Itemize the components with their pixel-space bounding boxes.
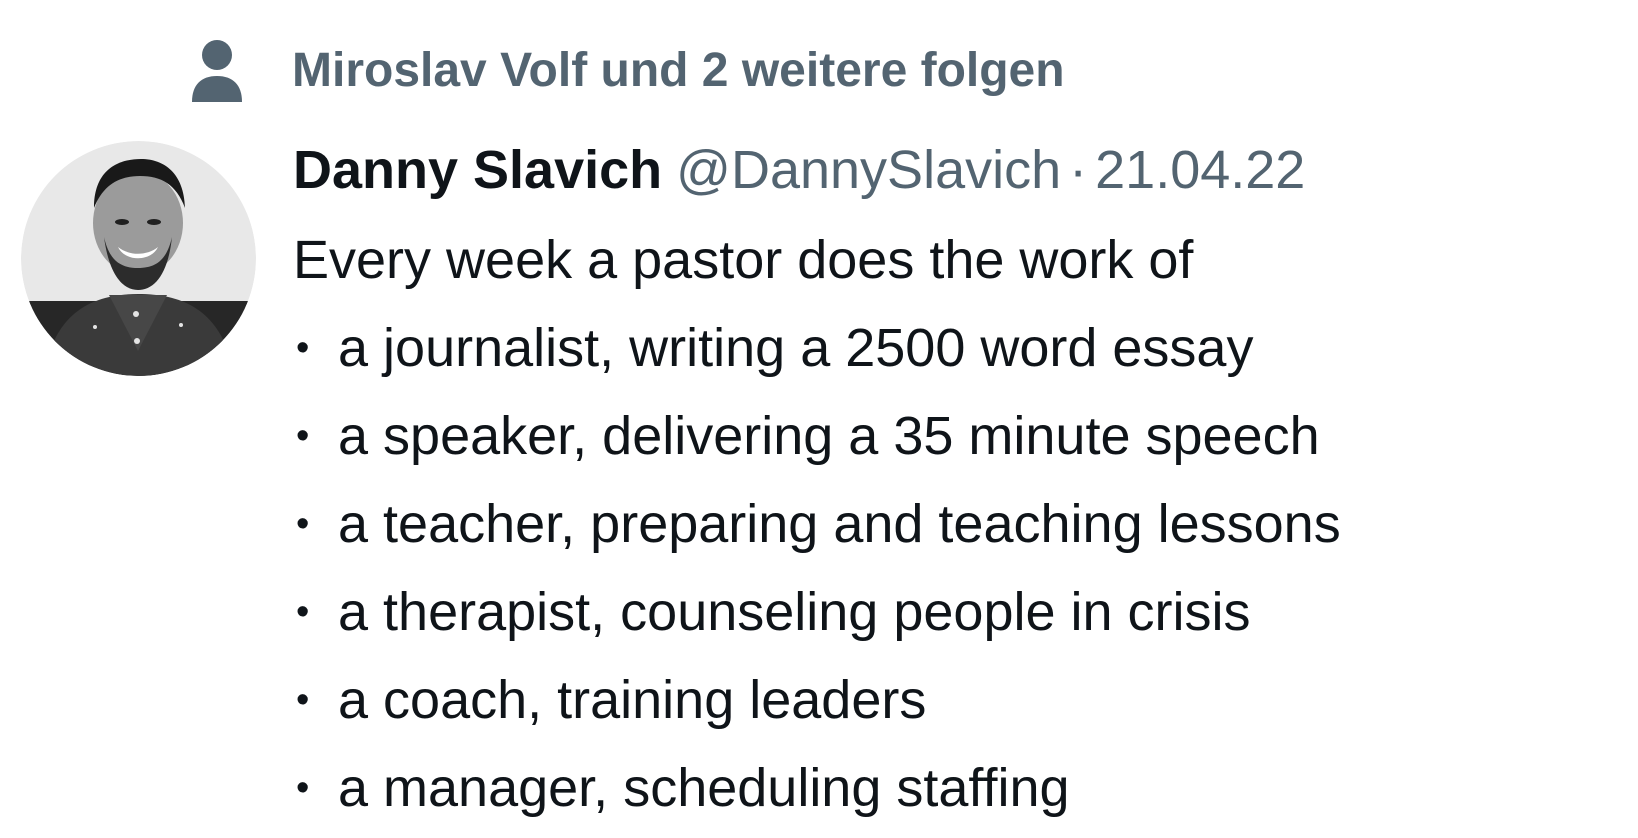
tweet-intro: Every week a pastor does the work of (293, 230, 1194, 290)
tweet-list-item-text: a teacher, preparing and teaching lesson… (338, 494, 1341, 554)
tweet-content: Danny Slavich @DannySlavich · 21.04.22 Ever… (293, 132, 1613, 832)
bullet-mark: • (296, 591, 310, 633)
avatar[interactable] (21, 141, 256, 376)
tweet-list-item: • a journalist, writing a 2500 word essa… (293, 304, 1613, 392)
bullet-mark: • (296, 415, 310, 457)
tweet-list-item: • a teacher, preparing and teaching less… (293, 480, 1613, 568)
tweet-body: Every week a pastor does the work of • a… (293, 216, 1613, 832)
tweet-list-item-text: a coach, training leaders (338, 670, 927, 730)
bullet-mark: • (296, 767, 310, 809)
tweet-list-item-text: a manager, scheduling staffing (338, 758, 1070, 818)
tweet-list-item: • a therapist, counseling people in cris… (293, 568, 1613, 656)
tweet-list-item: • a speaker, delivering a 35 minute spee… (293, 392, 1613, 480)
tweet-list-item: • a manager, scheduling staffing (293, 744, 1613, 832)
tweet-date[interactable]: 21.04.22 (1095, 140, 1305, 200)
tweet-list-item-text: a journalist, writing a 2500 word essay (338, 318, 1254, 378)
author-name[interactable]: Danny Slavich (293, 140, 662, 200)
tweet-list-item-text: a therapist, counseling people in crisis (338, 582, 1251, 642)
social-context-text: Miroslav Volf und 2 weitere folgen (292, 44, 1065, 97)
tweet-header: Danny Slavich @DannySlavich · 21.04.22 (293, 132, 1613, 208)
bullet-mark: • (296, 503, 310, 545)
bullet-mark: • (296, 327, 310, 369)
person-icon (192, 40, 242, 102)
tweet-list-item-text: a speaker, delivering a 35 minute speech (338, 406, 1320, 466)
bullet-mark: • (296, 679, 310, 721)
tweet-list-item: • a coach, training leaders (293, 656, 1613, 744)
header-separator: · (1069, 140, 1088, 200)
author-handle[interactable]: @DannySlavich (676, 140, 1061, 200)
social-context[interactable]: Miroslav Volf und 2 weitere folgen (188, 36, 1065, 106)
